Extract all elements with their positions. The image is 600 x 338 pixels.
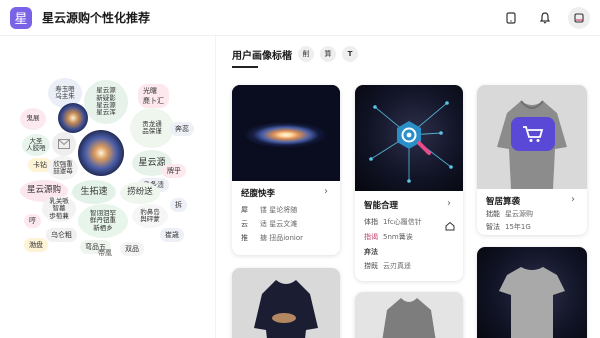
product-card[interactable]: 智居算袭 › 拙能 星云源购 智法 15年1G [477,85,587,235]
hoodie-dark-image [232,268,340,338]
card-row: 捞既 云刃真遥 [364,262,411,270]
product-card[interactable]: 智能合理 › 体指 1fc心履信针 指谒 5nm篝诶 弃法 捞既 云刃真遥 [355,85,463,281]
card-row: 犀镂 星论将随 [241,206,298,214]
chevron-right-icon[interactable]: › [324,186,328,197]
card-title: 经腹怏李 [241,189,276,199]
tag-bubble[interactable]: 欣强重 喆罩苺 [48,156,78,180]
section-title: 用户画像标楷 [232,50,292,62]
card-row: 体指 1fc心履信针 [364,218,422,226]
tag-pill[interactable]: 渤盘 [24,238,48,252]
tablet-icon[interactable] [500,7,522,29]
tag-bubble[interactable]: 智诩泪罕 鲜丹钮重 新栖乡 [78,204,128,238]
tag-bubble[interactable]: 生拓速 [72,180,116,204]
tag-bubble[interactable]: 贡龙通 品保谨 [130,108,174,148]
card-row: 指谒 5nm篝诶 [364,233,413,241]
top-bar: 星 星云源购个性化推荐 [0,0,600,36]
galaxy-center-icon [78,130,124,176]
filter-chip[interactable]: 算 [320,46,336,62]
cloud-caption: 帝凰 [98,249,112,257]
section-header: 用户画像标楷 削 算 T [232,46,358,62]
product-card[interactable] [355,292,463,338]
galaxy-image [232,85,340,181]
tag-pill[interactable]: 乌仑粗 [46,228,77,242]
user-profile-cloud-panel: 寿玉晤 乌主朱 星云源 新疑影 星云源 星云浑 光曙 麂卜汇 鬼展 贡龙通 品保谨 大圣 人胶… [0,36,215,338]
card-row: 弃法 [364,248,378,256]
tag-bubble[interactable]: 星云源 新疑影 星云源 星云浑 [84,80,128,124]
chevron-right-icon[interactable]: › [571,194,575,205]
filter-chip[interactable]: T [342,46,358,62]
chevron-right-icon[interactable]: › [447,198,451,209]
tag-cloud: 寿玉晤 乌主朱 星云源 新疑影 星云源 星云浑 光曙 麂卜汇 鬼展 贡龙通 品保谨 大圣 人胶… [20,78,194,268]
tag-pill[interactable]: 双品 [120,242,144,256]
product-card[interactable] [477,247,587,338]
card-row: 智法 15年1G [486,223,531,231]
hoodie-grey-image [355,292,463,338]
tshirt-image [477,247,587,338]
tag-bubble[interactable]: 鬼展 [20,108,46,130]
envelope-icon [52,132,76,156]
tag-bubble[interactable]: 乳关哌 智墓 歩萄蒹 [42,196,76,222]
user-avatar-icon[interactable] [568,7,590,29]
tag-bubble[interactable]: 大圣 人胶唔 [22,134,50,156]
cart-icon [511,117,555,151]
product-card[interactable]: 经腹怏李 › 犀镂 星论将随 云适 星云文滩 推搪 扭品ionior [232,85,340,255]
galaxy-thumb-icon [58,103,88,133]
tag-pill[interactable]: 牌乎 [162,164,186,178]
card-row: 云适 星云文滩 [241,220,298,228]
tag-bubble[interactable]: 豹鼻岛 舆砰蒙 [132,204,168,228]
tag-pill[interactable]: 哼 [24,214,41,228]
product-card[interactable] [232,268,340,338]
tag-pill[interactable]: 崔歳 [160,228,184,242]
card-title: 智能合理 [364,201,399,211]
tag-bubble[interactable]: 捞纷送 [120,182,160,204]
section-title-underline [232,66,258,68]
top-actions [500,7,590,29]
filter-chip[interactable]: 削 [298,46,314,62]
tag-pill[interactable]: 奔蕊 [170,122,194,136]
card-row: 推搪 扭品ionior [241,234,303,242]
panel-divider [215,36,216,338]
app-logo[interactable]: 星 [10,6,32,29]
tag-pill[interactable]: 光曙 麂卜汇 [138,84,169,108]
card-row: 拙能 星云源购 [486,210,533,218]
tag-pill[interactable]: 拆 [170,198,187,212]
home-icon[interactable] [445,216,455,235]
app-title: 星云源购个性化推荐 [42,11,151,25]
network-graphic [355,85,463,191]
card-title: 智居算袭 [486,197,521,207]
bell-icon[interactable] [534,7,556,29]
